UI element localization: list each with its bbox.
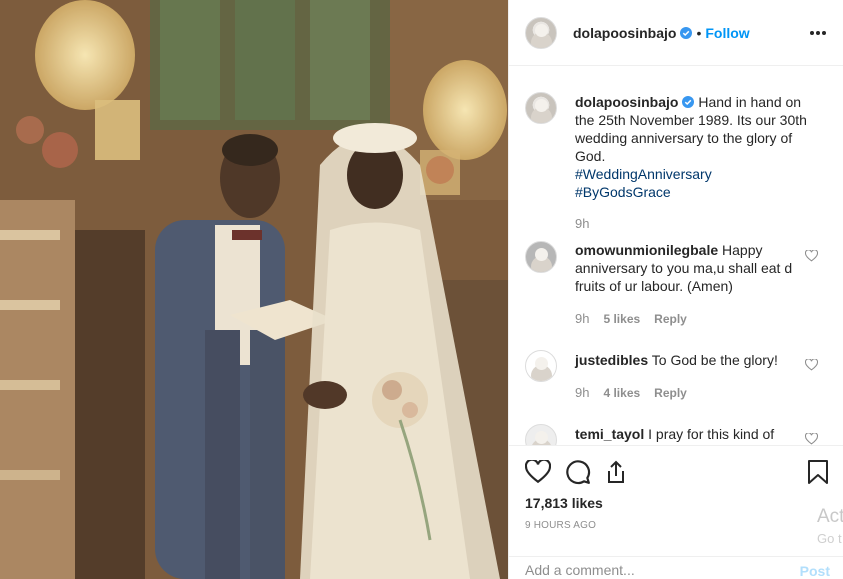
commenter-avatar[interactable]: [525, 241, 557, 273]
comment-icon[interactable]: [565, 459, 591, 485]
comment-likes[interactable]: 4 likes: [603, 386, 640, 400]
bookmark-icon[interactable]: [807, 459, 829, 485]
comment-username[interactable]: temi_tayol: [575, 426, 644, 442]
watermark-line-2: Go t: [817, 531, 842, 546]
post-header: dolapoosinbajo • Follow: [509, 0, 843, 66]
hashtag-link[interactable]: #ByGodsGrace: [575, 183, 820, 201]
reply-button[interactable]: Reply: [654, 312, 687, 326]
caption-time: 9h: [575, 216, 590, 231]
wedding-photo-illustration: [0, 0, 508, 579]
small-heart-icon[interactable]: [805, 433, 818, 445]
author-avatar[interactable]: [525, 17, 557, 49]
comments-section[interactable]: dolapoosinbajo Hand in hand on the 25th …: [509, 67, 843, 445]
small-heart-icon[interactable]: [805, 250, 818, 262]
like-count[interactable]: 17,813 likes: [525, 495, 603, 511]
comment-text: I pray for this kind of: [648, 426, 775, 442]
verified-badge-icon: [682, 96, 695, 108]
comment-item: omowunmionilegbale Happy anniversary to …: [575, 241, 795, 295]
comment-time: 9h: [575, 311, 590, 326]
comment-item: justedibles To God be the glory!: [575, 351, 795, 369]
hashtag-link[interactable]: #WeddingAnniversary: [575, 165, 820, 183]
caption: dolapoosinbajo Hand in hand on the 25th …: [575, 93, 820, 201]
caption-username[interactable]: dolapoosinbajo: [575, 94, 678, 110]
post-comment-button[interactable]: Post: [800, 563, 830, 579]
more-options-icon[interactable]: [810, 24, 830, 40]
reply-button[interactable]: Reply: [654, 386, 687, 400]
caption-author-avatar[interactable]: [525, 92, 557, 124]
comment-username[interactable]: justedibles: [575, 352, 648, 368]
commenter-avatar[interactable]: [525, 350, 557, 382]
comment-likes[interactable]: 5 likes: [603, 312, 640, 326]
post-photo[interactable]: [0, 0, 508, 579]
comment-composer: Post: [509, 556, 843, 579]
separator-dot: •: [696, 25, 702, 41]
post-side-panel: dolapoosinbajo • Follow dolapoosinbajo Han…: [508, 0, 843, 579]
verified-badge-icon: [680, 27, 693, 39]
comment-time: 9h: [575, 385, 590, 400]
comment-item: temi_tayol I pray for this kind of: [575, 425, 795, 443]
small-heart-icon[interactable]: [805, 359, 818, 371]
comment-text: To God be the glory!: [651, 352, 778, 368]
watermark-line-1: Act: [817, 506, 843, 527]
heart-icon[interactable]: [525, 460, 551, 484]
follow-button[interactable]: Follow: [705, 25, 749, 41]
comment-meta: 9h 4 likes Reply: [575, 385, 687, 400]
post-actions: 17,813 likes 9 HOURS AGO Post: [509, 445, 843, 579]
header-author-line: dolapoosinbajo • Follow: [573, 25, 750, 41]
comment-username[interactable]: omowunmionilegbale: [575, 242, 718, 258]
windows-activation-watermark: Act Go t: [817, 506, 843, 550]
post-timestamp[interactable]: 9 HOURS AGO: [525, 520, 596, 531]
share-icon[interactable]: [604, 459, 628, 485]
commenter-avatar[interactable]: [525, 424, 557, 445]
comment-meta: 9h 5 likes Reply: [575, 311, 687, 326]
header-username[interactable]: dolapoosinbajo: [573, 25, 676, 41]
add-comment-input[interactable]: [525, 562, 775, 578]
